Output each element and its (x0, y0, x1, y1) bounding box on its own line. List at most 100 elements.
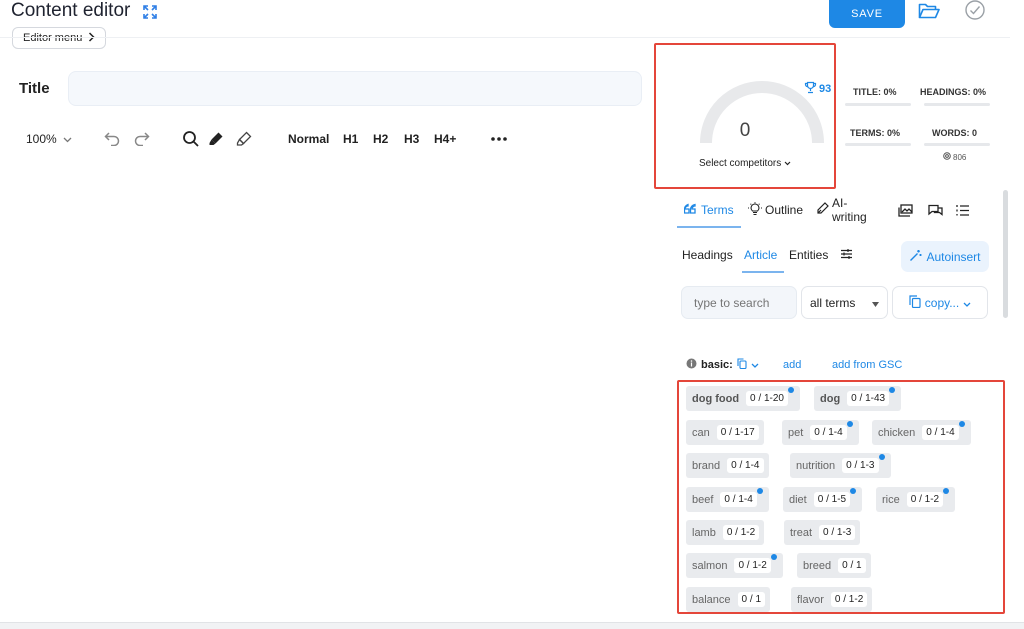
comments-icon[interactable] (928, 201, 943, 219)
autoinsert-button[interactable]: Autoinsert (901, 241, 989, 272)
content-score-panel: 0 Select competitors 93 (654, 43, 836, 189)
copy-icon (909, 294, 921, 311)
term-name: pet (788, 426, 804, 439)
select-competitors-button[interactable]: Select competitors (656, 158, 834, 169)
marker-icon[interactable] (208, 128, 224, 150)
basic-label: basic: (701, 359, 733, 371)
sliders-icon[interactable] (840, 248, 853, 264)
tab-terms-label: Terms (701, 203, 734, 217)
term-chip[interactable]: can 0 / 1-17 (686, 420, 764, 445)
term-count: 0 / 1-4 (727, 458, 764, 473)
subtab-entities[interactable]: Entities (789, 248, 828, 264)
term-name: chicken (878, 426, 916, 439)
term-chip[interactable]: breed 0 / 1 (797, 553, 871, 578)
chevron-down-icon[interactable] (751, 359, 759, 371)
term-chip[interactable]: flavor 0 / 1-2 (791, 587, 873, 612)
term-name: nutrition (796, 459, 836, 472)
words-target: 806 (943, 152, 966, 162)
term-name: dog (820, 392, 841, 405)
words-metric: WORDS: 0 (932, 128, 977, 138)
term-indicator-dot (846, 421, 853, 427)
term-count: 0 / 1-43 (847, 391, 890, 406)
list-icon[interactable] (956, 201, 969, 219)
add-term-link[interactable]: add (783, 358, 801, 372)
term-count: 0 / 1-2 (722, 525, 760, 540)
terms-filter-value: all terms (810, 295, 856, 310)
words-metric-bar (924, 143, 990, 146)
subtab-article-underline (742, 271, 784, 273)
tab-outline[interactable]: Outline (748, 201, 803, 219)
title-input[interactable] (68, 71, 642, 106)
magic-wand-icon (909, 249, 922, 265)
term-name: brand (692, 459, 721, 472)
folder-open-icon[interactable] (918, 2, 940, 20)
copy-label: copy... (924, 295, 960, 310)
quote-icon (683, 203, 698, 217)
autoinsert-label: Autoinsert (926, 249, 981, 264)
zoom-select[interactable]: 100% (26, 128, 72, 150)
basic-terms-header: basic: (686, 358, 759, 372)
format-h3-button[interactable]: H3 (404, 128, 419, 150)
terms-search-input[interactable] (681, 286, 797, 319)
chevron-right-icon (88, 31, 95, 45)
editor-toolbar: 100% Normal H1 H2 H3 H4+ (0, 128, 640, 150)
term-count: 0 / 1 (838, 558, 866, 573)
term-indicator-dot (770, 554, 777, 560)
images-icon[interactable] (898, 201, 913, 219)
bottom-bar (0, 622, 1024, 629)
words-target-value: 806 (953, 152, 967, 162)
panel-scrollbar[interactable] (1003, 190, 1008, 318)
undo-icon[interactable] (104, 128, 120, 150)
more-options-icon[interactable] (491, 128, 507, 150)
term-count: 0 / 1-5 (813, 492, 851, 507)
term-chip[interactable]: rice 0 / 1-2 (876, 487, 956, 512)
format-normal-button[interactable]: Normal (288, 128, 329, 150)
term-count: 0 / 1-3 (819, 525, 856, 540)
subtab-article[interactable]: Article (744, 248, 777, 264)
term-chip[interactable]: brand 0 / 1-4 (686, 453, 769, 478)
term-chip[interactable]: lamb 0 / 1-2 (686, 520, 765, 545)
redo-icon[interactable] (134, 128, 150, 150)
highlighter-icon[interactable] (236, 128, 252, 150)
save-button[interactable]: SAVE (829, 0, 905, 28)
term-chip[interactable]: nutrition 0 / 1-3 (790, 453, 891, 478)
term-chip[interactable]: diet 0 / 1-5 (783, 487, 863, 512)
term-chip[interactable]: balance 0 / 1 (686, 587, 771, 612)
tab-terms-underline (677, 226, 741, 228)
search-icon[interactable] (182, 128, 200, 150)
title-label: Title (19, 80, 50, 97)
term-chip[interactable]: dog 0 / 1-43 (814, 386, 902, 411)
terms-metric-bar (845, 143, 911, 146)
term-indicator-dot (878, 454, 885, 460)
term-chip[interactable]: beef 0 / 1-4 (686, 487, 769, 512)
term-name: salmon (692, 559, 728, 572)
tab-ai-writing[interactable]: AI-writing (816, 196, 867, 224)
editor-menu-button[interactable]: Editor menu (12, 27, 107, 49)
term-count: 0 / 1-20 (746, 391, 788, 406)
page-title: Content editor (11, 0, 131, 21)
term-chip[interactable]: chicken 0 / 1-4 (872, 420, 971, 445)
term-indicator-dot (850, 488, 857, 494)
copy-icon[interactable] (737, 358, 747, 372)
term-chip[interactable]: treat 0 / 1-3 (784, 520, 861, 545)
copy-terms-button[interactable]: copy... (892, 286, 988, 319)
term-name: balance (692, 593, 731, 606)
format-h2-button[interactable]: H2 (373, 128, 388, 150)
term-chip[interactable]: pet 0 / 1-4 (782, 420, 859, 445)
add-from-gsc-link[interactable]: add from GSC (832, 358, 902, 372)
term-indicator-dot (756, 488, 763, 494)
tab-terms[interactable]: Terms (683, 201, 734, 219)
term-chip[interactable]: salmon 0 / 1-2 (686, 553, 783, 578)
target-score: 93 (804, 81, 831, 97)
check-circle-icon[interactable] (964, 0, 986, 22)
trophy-icon (804, 81, 817, 97)
term-name: can (692, 426, 710, 439)
format-h1-button[interactable]: H1 (343, 128, 358, 150)
term-chip[interactable]: dog food 0 / 1-20 (686, 386, 800, 411)
term-name: breed (803, 559, 832, 572)
expand-icon[interactable] (143, 5, 157, 19)
format-h4plus-button[interactable]: H4+ (434, 128, 456, 150)
term-count: 0 / 1-4 (810, 425, 847, 440)
subtab-headings[interactable]: Headings (682, 248, 733, 264)
terms-filter-select[interactable]: all terms (801, 286, 888, 319)
